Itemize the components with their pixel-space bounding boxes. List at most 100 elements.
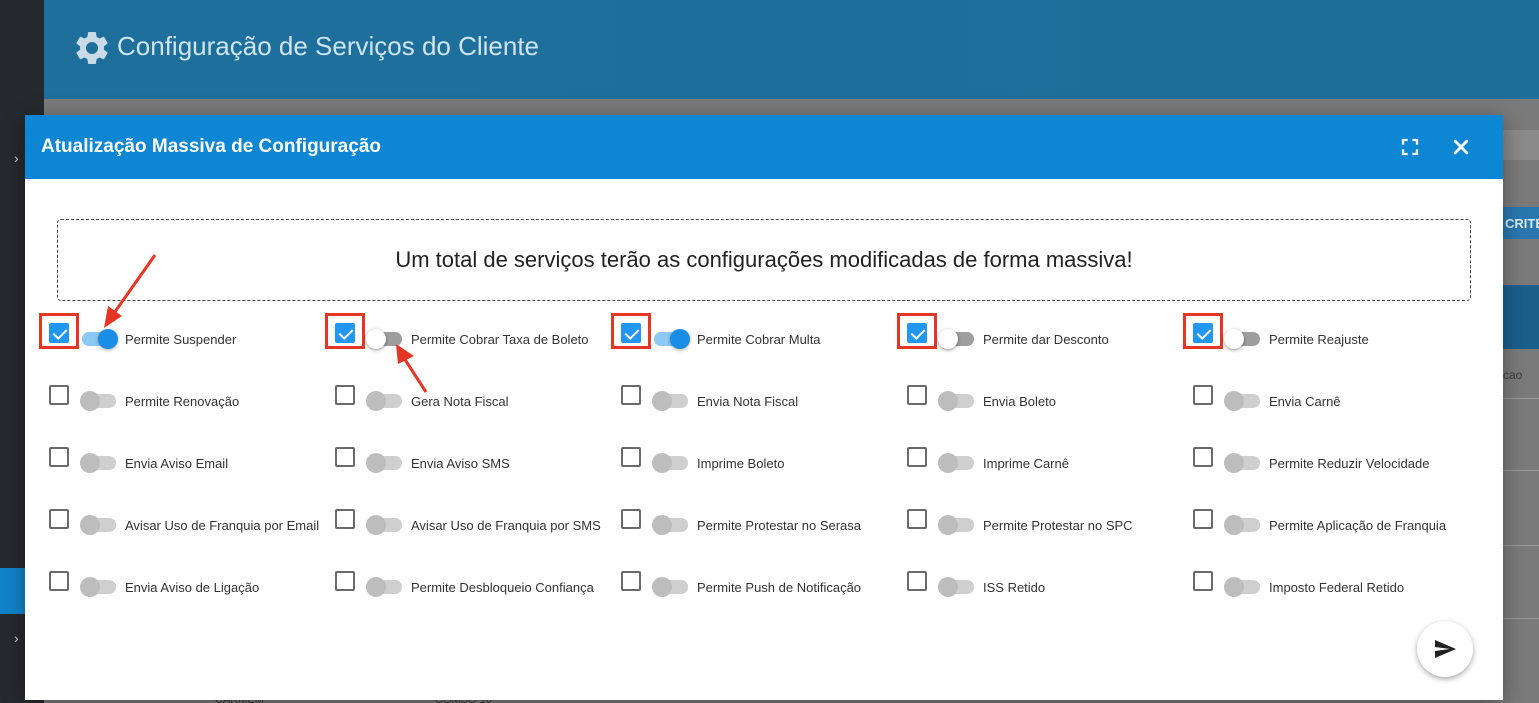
option-toggle[interactable] (938, 453, 974, 473)
option-label: Permite Suspender (125, 332, 237, 347)
option-toggle[interactable] (652, 515, 688, 535)
annotation-highlight-box (897, 313, 937, 349)
option-label: Permite Push de Notificação (697, 580, 862, 595)
option-toggle[interactable] (80, 515, 116, 535)
app-header: Configuração de Serviços do Cliente (44, 0, 1539, 99)
option-label: Permite Renovação (125, 394, 240, 409)
option-toggle[interactable] (652, 577, 688, 597)
toggle-knob (366, 577, 386, 597)
close-button[interactable] (1447, 133, 1475, 161)
toggle-knob (670, 329, 690, 349)
option-checkbox[interactable] (621, 447, 641, 467)
sidebar-active-item[interactable] (0, 568, 26, 614)
option-label: ISS Retido (983, 580, 1046, 595)
option-toggle[interactable] (1224, 515, 1260, 535)
option-label: Permite Reduzir Velocidade (1269, 456, 1430, 471)
toggle-knob (1224, 391, 1244, 411)
toggle-knob (1224, 453, 1244, 473)
option-toggle[interactable] (654, 329, 690, 349)
criterio-button[interactable]: CRITÉ (1499, 207, 1539, 239)
option-checkbox[interactable] (907, 447, 927, 467)
annotation-highlight-box (611, 313, 651, 349)
toggle-knob (938, 577, 958, 597)
option-label: Imposto Federal Retido (1269, 580, 1405, 595)
option-label: Avisar Uso de Franquia por Email (125, 518, 320, 533)
option-toggle[interactable] (938, 329, 974, 349)
toggle-knob (1224, 577, 1244, 597)
option-label: Permite Reajuste (1269, 332, 1369, 347)
toggle-knob (80, 391, 100, 411)
option-checkbox[interactable] (621, 571, 641, 591)
bg-row-divider (1503, 398, 1539, 399)
bg-column-label: cao (1503, 368, 1523, 382)
option-checkbox[interactable] (621, 385, 641, 405)
option-toggle[interactable] (1224, 391, 1260, 411)
option-label: Permite Cobrar Multa (697, 332, 821, 347)
fullscreen-icon (1401, 138, 1419, 156)
option-label: Envia Carnê (1269, 394, 1341, 409)
option-toggle[interactable] (80, 577, 116, 597)
option-toggle[interactable] (938, 391, 974, 411)
option-toggle[interactable] (938, 515, 974, 535)
toggle-knob (1224, 515, 1244, 535)
option-toggle[interactable] (366, 577, 402, 597)
option-checkbox[interactable] (49, 385, 69, 405)
option-checkbox[interactable] (335, 447, 355, 467)
toggle-knob (366, 515, 386, 535)
option-checkbox[interactable] (1193, 509, 1213, 529)
close-icon (1453, 139, 1469, 155)
option-checkbox[interactable] (49, 571, 69, 591)
option-toggle[interactable] (82, 329, 118, 349)
option-toggle[interactable] (1224, 329, 1260, 349)
option-checkbox[interactable] (621, 509, 641, 529)
option-checkbox[interactable] (335, 385, 355, 405)
option-label: Envia Nota Fiscal (697, 394, 799, 409)
toggle-knob (652, 515, 672, 535)
chevron-right-icon[interactable]: › (14, 630, 19, 646)
option-checkbox[interactable] (1193, 571, 1213, 591)
option-label: Envia Aviso de Ligação (125, 580, 260, 595)
option-toggle[interactable] (80, 453, 116, 473)
dialog-title: Atualização Massiva de Configuração (41, 136, 381, 157)
annotation-highlight-box (325, 313, 365, 349)
fullscreen-button[interactable] (1396, 133, 1424, 161)
option-toggle[interactable] (366, 453, 402, 473)
notice-text: Um total de serviços terão as configuraç… (395, 247, 1133, 272)
option-toggle[interactable] (1224, 577, 1260, 597)
option-toggle[interactable] (652, 391, 688, 411)
toggle-knob (938, 515, 958, 535)
chevron-right-icon[interactable]: › (14, 150, 19, 166)
option-label: Envia Boleto (983, 394, 1056, 409)
option-checkbox[interactable] (1193, 385, 1213, 405)
option-checkbox[interactable] (49, 447, 69, 467)
option-toggle[interactable] (80, 391, 116, 411)
bg-table-header (1503, 285, 1539, 349)
toggle-knob (80, 577, 100, 597)
option-label: Permite Protestar no Serasa (697, 518, 862, 533)
bg-row-divider (1503, 470, 1539, 471)
annotation-arrow-icon (104, 254, 157, 328)
toggle-knob (1224, 329, 1244, 349)
option-checkbox[interactable] (335, 509, 355, 529)
option-checkbox[interactable] (49, 509, 69, 529)
toggle-knob (366, 453, 386, 473)
annotation-highlight-box (1183, 313, 1223, 349)
option-checkbox[interactable] (907, 571, 927, 591)
annotation-arrow-icon (396, 344, 428, 393)
option-label: Envia Aviso Email (125, 456, 229, 471)
gear-icon (76, 31, 108, 64)
option-toggle[interactable] (652, 453, 688, 473)
mass-update-dialog: Atualização Massiva de Configuração Um t… (25, 115, 1503, 700)
option-checkbox[interactable] (907, 509, 927, 529)
mass-update-notice: Um total de serviços terão as configuraç… (57, 219, 1471, 301)
option-checkbox[interactable] (1193, 447, 1213, 467)
page-title: Configuração de Serviços do Cliente (117, 31, 540, 61)
option-toggle[interactable] (938, 577, 974, 597)
option-toggle[interactable] (1224, 453, 1260, 473)
option-checkbox[interactable] (335, 571, 355, 591)
option-checkbox[interactable] (907, 385, 927, 405)
option-toggle[interactable] (366, 515, 402, 535)
send-button[interactable] (1417, 621, 1473, 677)
option-label: Avisar Uso de Franquia por SMS (411, 518, 601, 533)
toggle-knob (652, 577, 672, 597)
